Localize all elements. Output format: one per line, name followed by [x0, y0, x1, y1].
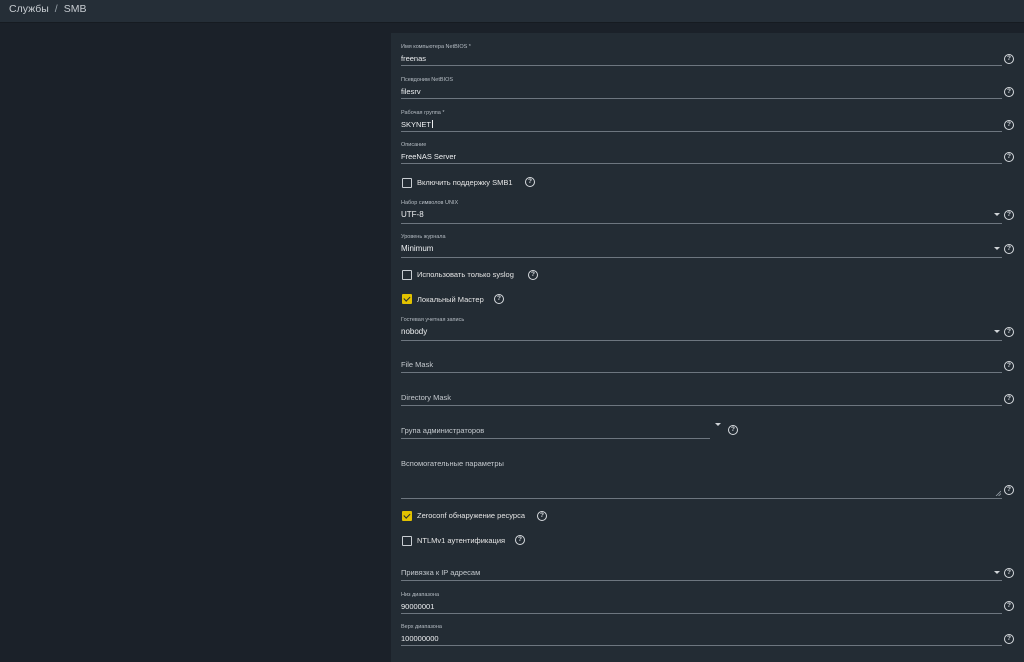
unix-charset-underline — [401, 223, 1002, 224]
guest-account-select[interactable]: Гостевая учетная запись nobody — [401, 317, 1003, 341]
range-low-underline — [401, 613, 1002, 614]
admin-group-input[interactable]: Група администраторов — [401, 423, 711, 439]
breadcrumb-smb: SMB — [63, 3, 87, 15]
log-level-help-icon[interactable]: ? — [1004, 244, 1014, 254]
unix-charset-label: Набор символов UNIX — [401, 200, 459, 206]
file-mask-underline — [401, 372, 1002, 373]
local-master-checkbox[interactable] — [402, 294, 412, 304]
aux-params-help-icon[interactable]: ? — [1004, 485, 1014, 495]
admin-group-underline — [401, 438, 710, 439]
guest-account-label: Гостевая учетная запись — [401, 317, 465, 323]
workgroup-underline — [401, 131, 1002, 132]
log-level-underline — [401, 257, 1002, 258]
description-underline — [401, 163, 1002, 164]
workgroup-value: SKYNET — [401, 120, 432, 129]
directory-mask-input[interactable]: Directory Mask — [401, 390, 1003, 406]
netbios-name-help-icon[interactable]: ? — [1004, 54, 1014, 64]
description-help-icon[interactable]: ? — [1004, 152, 1014, 162]
directory-mask-underline — [401, 405, 1002, 406]
file-mask-input[interactable]: File Mask — [401, 357, 1003, 373]
directory-mask-placeholder: Directory Mask — [401, 393, 452, 402]
description-input[interactable]: FreeNAS Server — [401, 152, 456, 161]
unix-charset-help-icon[interactable]: ? — [1004, 210, 1014, 220]
guest-account-chevron-down-icon[interactable] — [994, 330, 1000, 333]
left-panel — [0, 23, 390, 662]
local-master-label[interactable]: Локальный Мастер — [417, 295, 484, 304]
zeroconf-label[interactable]: Zeroconf обнаружение ресурса — [417, 511, 525, 520]
breadcrumb-separator: / — [54, 3, 58, 15]
syslog-only-help-icon[interactable]: ? — [528, 270, 538, 280]
enable-smb1-label[interactable]: Включить поддержку SMB1 — [417, 178, 513, 187]
range-low-help-icon[interactable]: ? — [1004, 601, 1014, 611]
top-bar: Службы / SMB — [0, 0, 1024, 23]
netbios-alias-label: Псевдоним NetBIOS — [401, 77, 454, 83]
resize-handle-icon[interactable] — [995, 490, 1001, 496]
netbios-name-field[interactable]: Имя компьютера NetBIOS * freenas — [401, 44, 1003, 66]
log-level-label: Уровень журнала — [401, 234, 446, 240]
syslog-only-label[interactable]: Использовать только syslog — [417, 270, 514, 279]
text-cursor — [432, 120, 434, 128]
workgroup-label: Рабочая группа * — [401, 110, 445, 116]
local-master-help-icon[interactable]: ? — [494, 294, 504, 304]
enable-smb1-help-icon[interactable]: ? — [525, 177, 535, 187]
ntlmv1-help-icon[interactable]: ? — [515, 535, 525, 545]
unix-charset-value: UTF-8 — [401, 210, 424, 219]
netbios-name-input[interactable]: freenas — [401, 54, 426, 63]
ntlmv1-label[interactable]: NTLMv1 аутентификация — [417, 536, 505, 545]
syslog-only-checkbox[interactable] — [402, 270, 412, 280]
bind-ip-help-icon[interactable]: ? — [1004, 568, 1014, 578]
aux-params-placeholder: Вспомогательные параметры — [401, 459, 504, 468]
log-level-chevron-down-icon[interactable] — [994, 247, 1000, 250]
bind-ip-placeholder: Привязка к IP адресам — [401, 568, 481, 577]
breadcrumb-services[interactable]: Службы — [9, 3, 49, 15]
bind-ip-select[interactable]: Привязка к IP адресам — [401, 565, 1003, 581]
directory-mask-help-icon[interactable]: ? — [1004, 394, 1014, 404]
log-level-select[interactable]: Уровень журнала Minimum — [401, 234, 1003, 258]
bind-ip-chevron-down-icon[interactable] — [994, 571, 1000, 574]
range-high-field[interactable]: Верх диапазона 100000000 — [401, 624, 1003, 646]
enable-smb1-checkbox[interactable] — [402, 178, 412, 188]
workgroup-input[interactable]: SKYNET — [401, 120, 434, 129]
range-high-label: Верх диапазона — [401, 624, 442, 630]
admin-group-chevron-down-icon[interactable] — [715, 423, 721, 426]
unix-charset-select[interactable]: Набор символов UNIX UTF-8 — [401, 200, 1003, 224]
range-low-input[interactable]: 90000001 — [401, 602, 434, 611]
netbios-alias-help-icon[interactable]: ? — [1004, 87, 1014, 97]
netbios-name-underline — [401, 65, 1002, 66]
zeroconf-checkbox[interactable] — [402, 511, 412, 521]
smb-settings-form: Имя компьютера NetBIOS * freenas ? Псевд… — [391, 33, 1024, 662]
range-high-help-icon[interactable]: ? — [1004, 634, 1014, 644]
file-mask-help-icon[interactable]: ? — [1004, 361, 1014, 371]
guest-account-help-icon[interactable]: ? — [1004, 327, 1014, 337]
workgroup-help-icon[interactable]: ? — [1004, 120, 1014, 130]
bind-ip-underline — [401, 580, 1002, 581]
netbios-alias-underline — [401, 98, 1002, 99]
unix-charset-chevron-down-icon[interactable] — [994, 213, 1000, 216]
description-field[interactable]: Описание FreeNAS Server — [401, 142, 1003, 164]
breadcrumb: Службы / SMB — [9, 3, 86, 15]
range-high-underline — [401, 645, 1002, 646]
range-low-label: Низ диапазона — [401, 592, 440, 598]
aux-params-textarea[interactable]: Вспомогательные параметры — [401, 457, 1003, 499]
aux-params-underline — [401, 498, 1002, 499]
log-level-value: Minimum — [401, 244, 434, 253]
guest-account-underline — [401, 340, 1002, 341]
ntlmv1-checkbox[interactable] — [402, 536, 412, 546]
netbios-alias-field[interactable]: Псевдоним NetBIOS filesrv — [401, 77, 1003, 99]
workgroup-field[interactable]: Рабочая группа * SKYNET — [401, 110, 1003, 132]
range-low-field[interactable]: Низ диапазона 90000001 — [401, 592, 1003, 614]
netbios-alias-input[interactable]: filesrv — [401, 87, 421, 96]
range-high-input[interactable]: 100000000 — [401, 634, 439, 643]
description-label: Описание — [401, 142, 427, 148]
zeroconf-help-icon[interactable]: ? — [537, 511, 547, 521]
admin-group-help-icon[interactable]: ? — [728, 425, 738, 435]
admin-group-placeholder: Група администраторов — [401, 426, 485, 435]
netbios-name-label: Имя компьютера NetBIOS * — [401, 44, 471, 50]
file-mask-placeholder: File Mask — [401, 360, 434, 369]
guest-account-value: nobody — [401, 327, 428, 336]
